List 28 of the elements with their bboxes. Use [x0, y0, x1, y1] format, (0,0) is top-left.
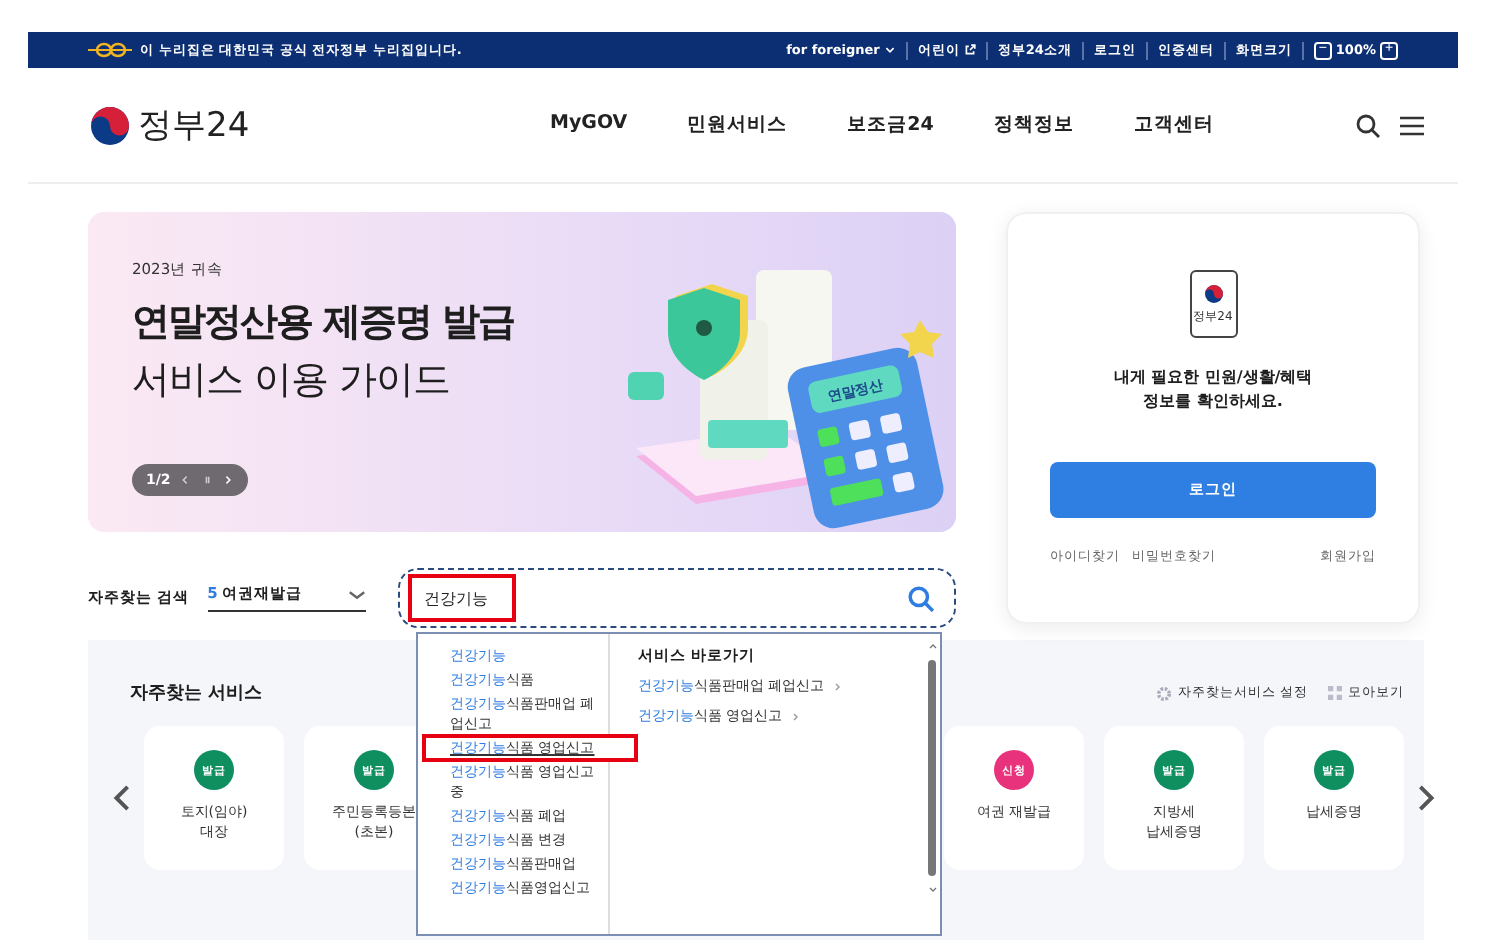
menu-icon[interactable]: [1400, 113, 1424, 137]
chevron-right-icon: [832, 681, 843, 691]
scroll-up-icon: [927, 642, 938, 652]
chevron-right-icon: [222, 474, 234, 486]
grid-icon: [1328, 686, 1342, 700]
external-link-icon: [963, 44, 976, 56]
search-icon[interactable]: [1356, 113, 1380, 137]
eg-logo-icon: [88, 42, 132, 58]
site-logo-text[interactable]: 정부24: [138, 102, 250, 148]
search-field[interactable]: 건강기능: [408, 574, 517, 622]
nav-link[interactable]: MyGOV: [550, 112, 628, 138]
taegeuk-logo-icon: [1203, 283, 1223, 303]
chevron-down-icon: [883, 44, 896, 56]
scroll-down-icon: [927, 884, 938, 894]
chevron-down-icon: [348, 585, 367, 603]
chevron-left-icon: [180, 474, 192, 486]
login-message: 내게 필요한 민원/생활/혜택 정보를 확인하세요.: [1113, 366, 1313, 414]
chevron-right-icon: [790, 711, 801, 721]
services-title: 자주찾는 서비스: [130, 682, 263, 706]
banner-subtitle: 서비스 이용 가이드: [132, 356, 453, 406]
nav-link[interactable]: 고객센터: [1133, 112, 1214, 138]
gear-icon: [1155, 685, 1172, 701]
pause-icon: [201, 474, 213, 486]
nav-link[interactable]: 정책정보: [993, 112, 1074, 138]
nav-link[interactable]: 민원서비스: [687, 112, 788, 138]
nav-link[interactable]: 보조금24: [847, 112, 934, 138]
taegeuk-logo-icon: [90, 105, 130, 145]
banner-title: 연말정산용 제증명 발급: [132, 298, 515, 348]
